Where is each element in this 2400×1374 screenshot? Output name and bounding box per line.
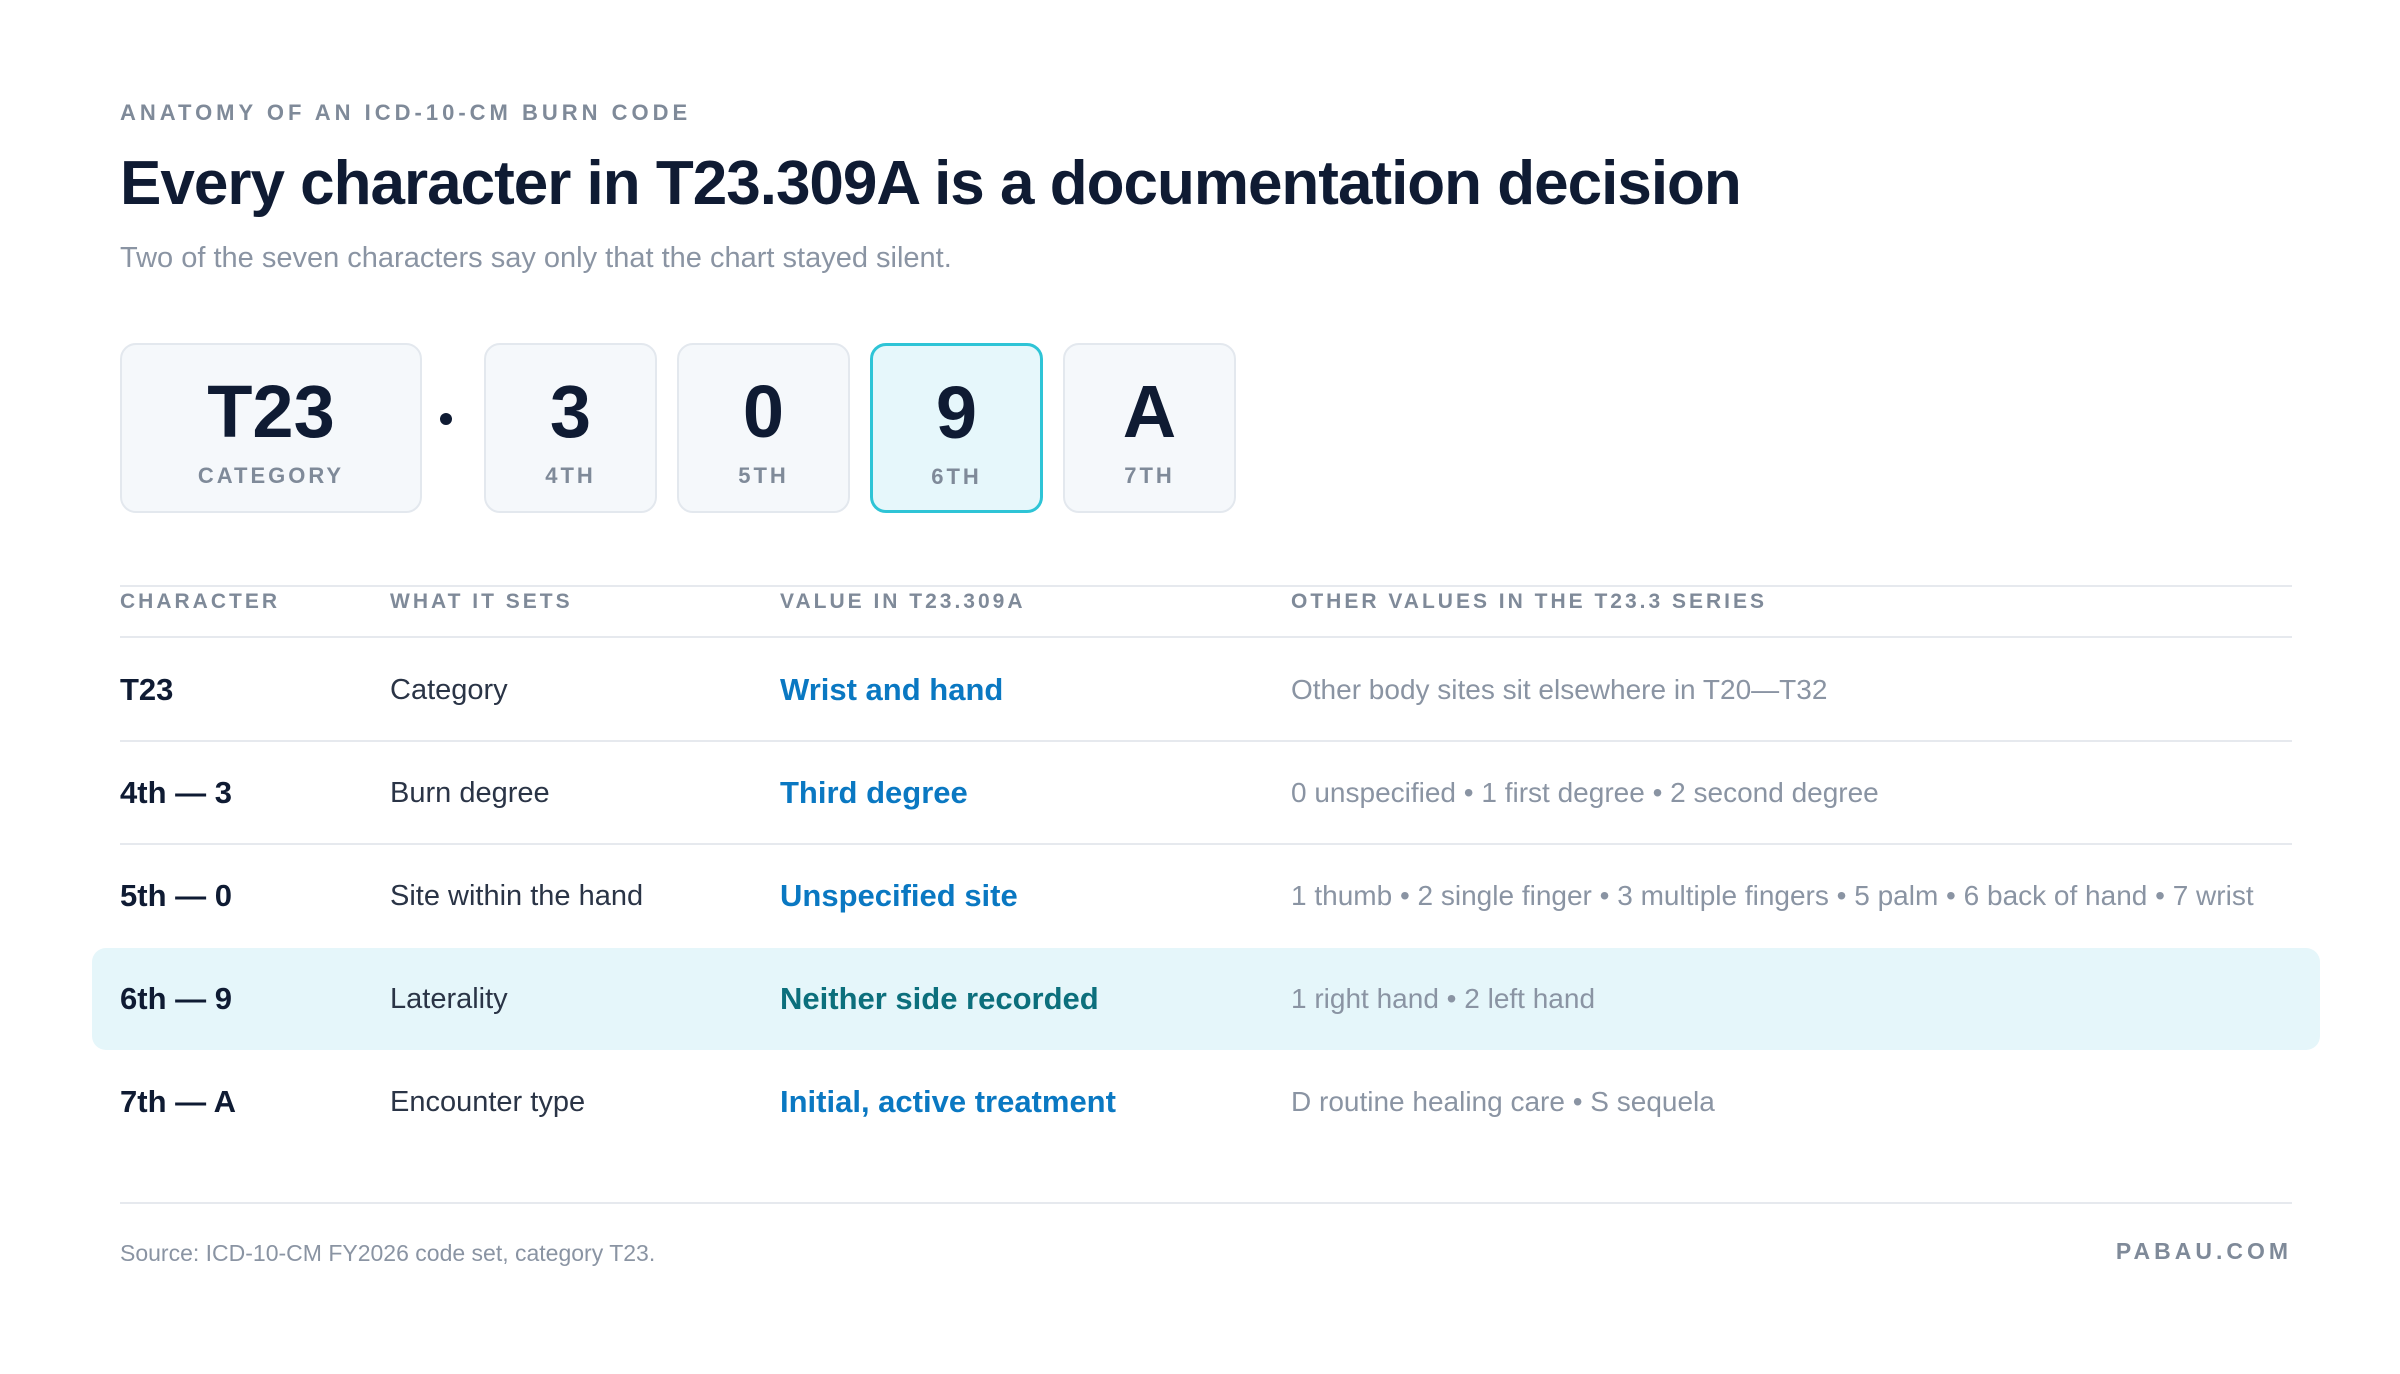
code-block-6th: 9 6TH [870,343,1043,513]
cell-other: 0 unspecified • 1 first degree • 2 secon… [1291,777,1879,808]
code-block-category: T23 CATEGORY [120,343,422,513]
code-block-label: 5TH [738,463,789,488]
code-block-label: 4TH [545,463,596,488]
subtitle: Two of the seven characters say only tha… [120,242,952,274]
cell-value: Neither side recorded [780,981,1099,1016]
table-row: 4th — 3 Burn degree Third degree 0 unspe… [120,742,2292,844]
cell-what: Category [390,673,508,706]
code-block-value: 9 [935,371,978,454]
cell-other: Other body sites sit elsewhere in T20—T3… [1291,674,1828,705]
cell-character: T23 [120,672,174,707]
brand-wordmark: PABAU.COM [2115,1238,2292,1264]
column-header-value: VALUE IN T23.309A [780,590,1026,613]
cell-what: Site within the hand [390,879,644,912]
cell-value: Unspecified site [780,878,1018,913]
cell-other: 1 right hand • 2 left hand [1291,983,1596,1014]
cell-value: Initial, active treatment [780,1084,1116,1119]
table-header: CHARACTER WHAT IT SETS VALUE IN T23.309A… [120,590,2292,634]
code-block-5th: 0 5TH [677,343,850,513]
table-header-divider [120,636,2292,638]
cell-what: Burn degree [390,776,550,809]
footer-divider [120,1202,2292,1204]
cell-character: 5th — 0 [120,878,232,913]
code-block-4th: 3 4TH [484,343,657,513]
code-block-value: 3 [549,370,592,453]
cell-value: Wrist and hand [780,672,1004,707]
cell-other: D routine healing care • S sequela [1291,1086,1715,1117]
column-header-other: OTHER VALUES IN THE T23.3 SERIES [1291,590,1768,613]
eyebrow: ANATOMY OF AN ICD-10-CM BURN CODE [120,100,692,125]
source-note: Source: ICD-10-CM FY2026 code set, categ… [120,1240,656,1266]
table-row: 7th — A Encounter type Initial, active t… [120,1051,2292,1153]
decimal-point [440,413,452,425]
code-block-label: 7TH [1124,463,1175,488]
code-block-label: CATEGORY [197,463,345,488]
code-block-value: 0 [742,370,785,453]
code-block-label: 6TH [931,464,982,489]
table-row-highlighted: 6th — 9 Laterality Neither side recorded… [92,948,2320,1050]
column-header-what: WHAT IT SETS [390,590,573,613]
cell-what: Encounter type [390,1085,586,1118]
cell-what: Laterality [390,982,508,1015]
table-top-divider [120,585,2292,587]
cell-character: 4th — 3 [120,775,232,810]
column-header-character: CHARACTER [120,590,280,613]
cell-value: Third degree [780,775,968,810]
cell-character: 6th — 9 [120,981,232,1016]
table-row: T23 Category Wrist and hand Other body s… [120,639,2292,741]
cell-other: 1 thumb • 2 single finger • 3 multiple f… [1291,880,2254,911]
code-block-7th: A 7TH [1063,343,1236,513]
infographic: ANATOMY OF AN ICD-10-CM BURN CODE Every … [92,0,2320,1374]
cell-character: 7th — A [120,1084,236,1119]
code-block-value: A [1122,370,1177,453]
page-title: Every character in T23.309A is a documen… [120,149,1742,218]
table-row: 5th — 0 Site within the hand Unspecified… [120,845,2292,947]
code-block-value: T23 [207,370,335,453]
